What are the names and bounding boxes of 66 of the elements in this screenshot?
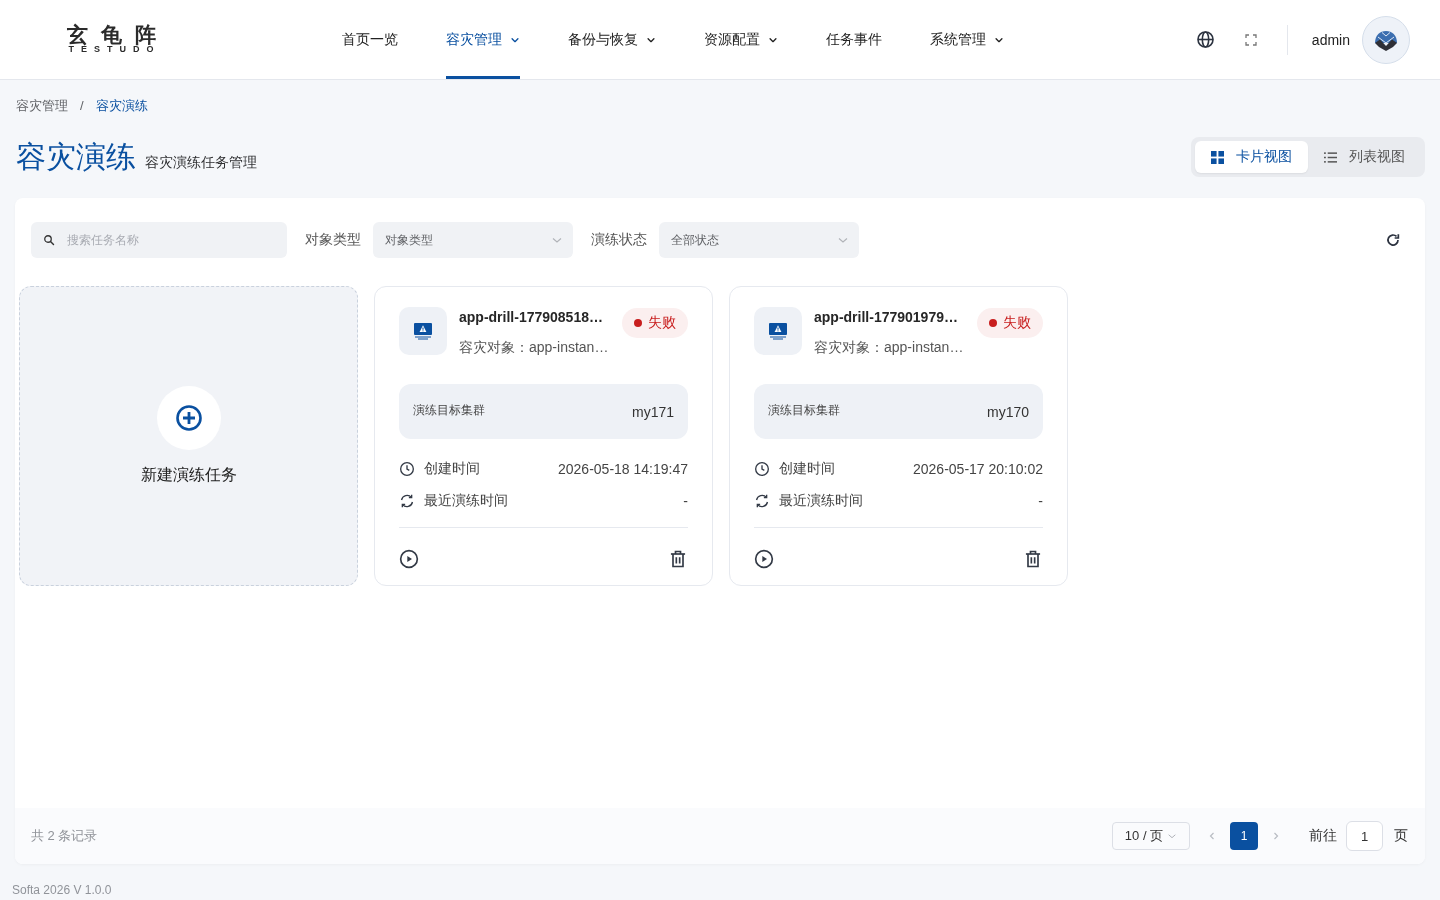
field-value: 2026-05-17 20:10:02 xyxy=(913,461,1043,477)
field-value: 2026-05-18 14:19:47 xyxy=(558,461,688,477)
status-badge: 失败 xyxy=(977,308,1043,338)
breadcrumb-link[interactable]: 容灾管理 xyxy=(16,98,68,114)
page-title: 容灾演练 xyxy=(16,139,136,175)
clock-icon xyxy=(754,461,770,477)
goto-page-input[interactable]: 1 xyxy=(1346,821,1383,851)
field-value: - xyxy=(683,493,688,509)
field-label: 创建时间 xyxy=(424,460,480,478)
nav-menu-item[interactable]: 容灾管理 xyxy=(446,0,520,79)
filter-label: 对象类型 xyxy=(305,231,361,249)
cluster-label: 演练目标集群 xyxy=(768,401,840,419)
filter-dropdown[interactable]: 全部状态 xyxy=(659,222,859,258)
cycle-arrows-icon xyxy=(399,493,415,509)
field-value: - xyxy=(1038,493,1043,509)
nav-menu-item[interactable]: 备份与恢复 xyxy=(568,0,656,79)
monitor-warning-icon xyxy=(399,307,447,355)
page-number-button[interactable]: 1 xyxy=(1230,822,1258,850)
task-name[interactable]: app-drill-177908518… xyxy=(459,307,603,327)
nav-menu-item[interactable]: 首页一览 xyxy=(342,0,398,79)
user-name[interactable]: admin xyxy=(1311,31,1350,48)
status-badge: 失败 xyxy=(622,308,688,338)
list-icon xyxy=(1324,150,1337,164)
record-count: 共 2 条记录 xyxy=(31,827,98,845)
version-text: Softa 2026 V 1.0.0 xyxy=(12,883,112,897)
search-icon xyxy=(43,234,55,246)
task-target: 容灾对象：app-instan… xyxy=(459,338,609,357)
breadcrumb-link[interactable]: 容灾演练 xyxy=(95,98,148,114)
monitor-warning-icon xyxy=(754,307,802,355)
field-label: 最近演练时间 xyxy=(779,492,863,510)
play-icon[interactable] xyxy=(754,549,774,569)
new-task-card[interactable]: 新建演练任务 xyxy=(19,286,358,586)
globe-icon[interactable] xyxy=(1195,30,1215,49)
nav-menu-item[interactable]: 任务事件 xyxy=(826,0,882,79)
cluster-label: 演练目标集群 xyxy=(413,401,485,419)
field-label: 最近演练时间 xyxy=(424,492,508,510)
new-task-label: 新建演练任务 xyxy=(140,465,237,485)
plus-circle-icon xyxy=(156,386,221,450)
nav-menu-item[interactable]: 资源配置 xyxy=(704,0,778,79)
field-label: 创建时间 xyxy=(779,460,835,478)
view-tab[interactable]: 列表视图 xyxy=(1308,141,1421,173)
view-tab[interactable]: 卡片视图 xyxy=(1195,141,1308,173)
trash-icon[interactable] xyxy=(1023,549,1043,569)
breadcrumb-separator: / xyxy=(80,98,84,114)
page-suffix-label: 页 xyxy=(1394,827,1408,845)
trash-icon[interactable] xyxy=(668,549,688,569)
refresh-icon[interactable] xyxy=(1385,232,1401,248)
cycle-arrows-icon xyxy=(754,493,770,509)
logo-subtitle: TESTUDO xyxy=(68,45,161,54)
page-size-dropdown[interactable]: 10 / 页 xyxy=(1112,822,1190,850)
goto-label: 前往 xyxy=(1309,827,1337,845)
cluster-value: my171 xyxy=(631,403,674,420)
clock-icon xyxy=(399,461,415,477)
filter-dropdown[interactable]: 对象类型 xyxy=(373,222,573,258)
nav-menu-item[interactable]: 系统管理 xyxy=(930,0,1004,79)
search-field[interactable]: 搜索任务名称 xyxy=(31,222,287,258)
page-subtitle: 容灾演练任务管理 xyxy=(145,154,257,172)
filter-label: 演练状态 xyxy=(591,231,647,249)
play-icon[interactable] xyxy=(399,549,419,569)
avatar-icon[interactable] xyxy=(1362,15,1410,64)
logo-title: 玄龟阵 xyxy=(66,25,169,45)
grid-icon xyxy=(1211,150,1224,164)
task-target: 容灾对象：app-instan… xyxy=(814,338,964,357)
cluster-value: my170 xyxy=(986,403,1029,420)
task-name[interactable]: app-drill-177901979… xyxy=(814,307,958,327)
fullscreen-icon[interactable] xyxy=(1244,33,1257,46)
